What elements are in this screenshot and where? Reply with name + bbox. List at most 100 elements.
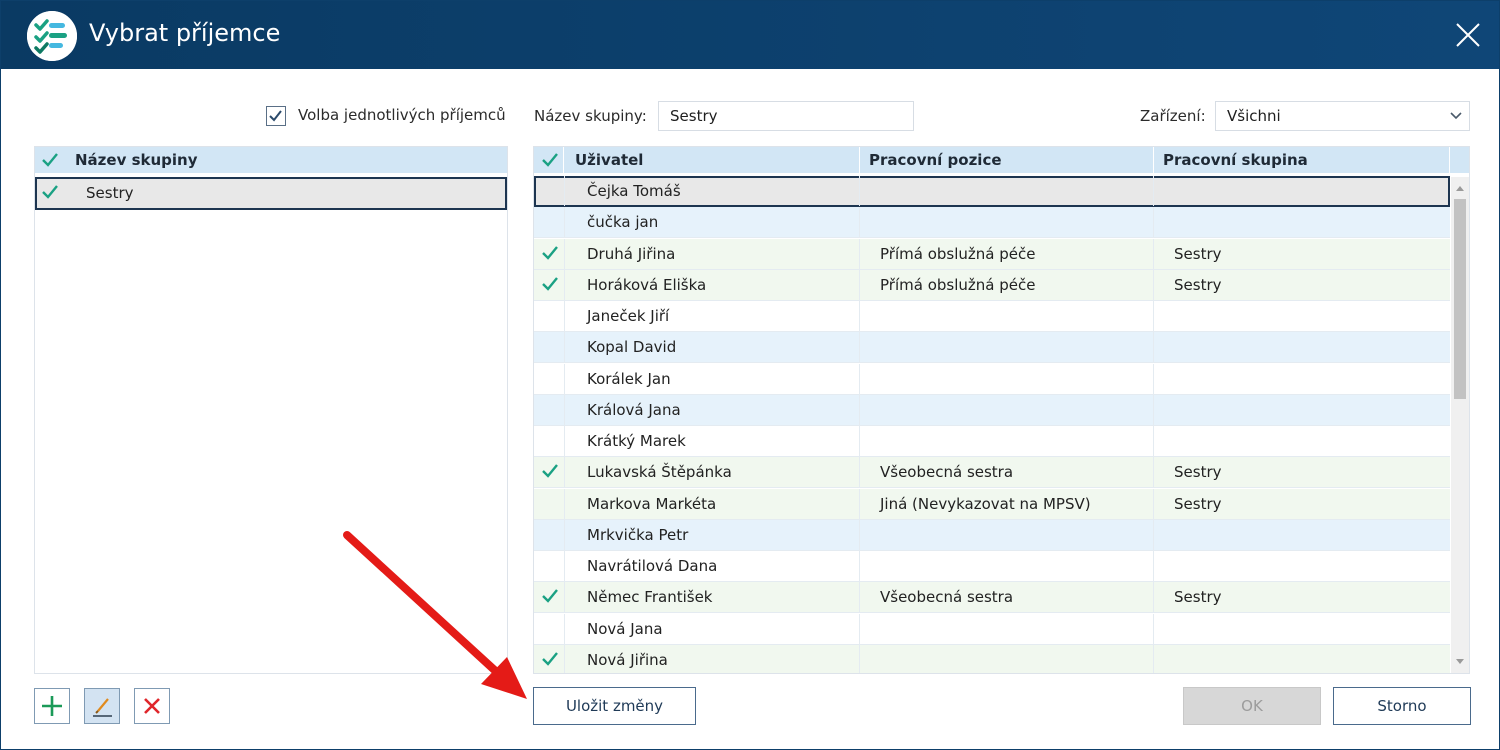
chevron-down-icon xyxy=(1450,112,1462,120)
user-cell: Lukavská Štěpánka xyxy=(587,463,732,482)
table-row[interactable]: Markova Markéta Jiná (Nevykazovat na MPSV… xyxy=(534,488,1450,520)
groups-header-label: Název skupiny xyxy=(75,151,198,169)
column-separator xyxy=(1153,394,1154,425)
table-row[interactable]: Čejka Tomáš xyxy=(534,176,1450,207)
group-name-cell: Sestry xyxy=(86,184,134,202)
scroll-up-icon[interactable] xyxy=(1456,185,1464,191)
column-header-group[interactable]: Pracovní skupina xyxy=(1154,147,1450,173)
individual-choice-checkbox[interactable] xyxy=(266,106,286,126)
column-separator xyxy=(564,644,565,673)
ok-button[interactable]: OK xyxy=(1183,687,1321,725)
group-row[interactable]: Sestry xyxy=(35,177,507,210)
delete-group-button[interactable] xyxy=(134,688,170,724)
table-row[interactable]: čučka jan xyxy=(534,207,1450,239)
edit-group-button[interactable] xyxy=(84,688,120,724)
row-check-cell[interactable] xyxy=(541,401,559,417)
device-select[interactable]: Všichni xyxy=(1215,101,1470,131)
user-cell: čučka jan xyxy=(587,213,659,232)
column-separator xyxy=(564,519,565,550)
row-check-cell[interactable] xyxy=(541,495,559,511)
group-name-label: Název skupiny: xyxy=(534,107,647,125)
row-check-cell[interactable] xyxy=(541,213,559,229)
column-header-user[interactable]: Uživatel xyxy=(564,147,860,173)
table-row[interactable]: Kopal David xyxy=(534,332,1450,364)
scroll-down-icon[interactable] xyxy=(1456,659,1464,665)
column-separator xyxy=(1153,176,1154,206)
column-separator xyxy=(1153,551,1154,581)
row-check-cell[interactable] xyxy=(541,307,559,323)
column-separator xyxy=(1153,582,1154,613)
column-separator xyxy=(859,457,860,488)
column-separator xyxy=(564,176,565,206)
table-row[interactable]: Němec František Všeobecná sestra Sestry xyxy=(534,582,1450,614)
header-check-column[interactable] xyxy=(534,147,564,173)
user-cell: Krátký Marek xyxy=(587,432,686,450)
column-separator xyxy=(859,582,860,613)
column-separator xyxy=(564,613,565,644)
column-separator xyxy=(564,238,565,269)
user-cell: Němec František xyxy=(587,588,713,607)
table-row[interactable]: Druhá Jiřina Přímá obslužná péče Sestry xyxy=(534,238,1450,270)
group-name-input[interactable]: Sestry xyxy=(658,101,914,131)
position-cell: Přímá obslužná péče xyxy=(880,244,1036,263)
window-title: Vybrat příjemce xyxy=(89,19,281,47)
table-row[interactable]: Janeček Jiří xyxy=(534,301,1450,332)
user-cell: Králová Jana xyxy=(587,400,681,419)
pencil-icon xyxy=(93,698,112,717)
user-cell: Mrkvička Petr xyxy=(587,525,689,544)
checkmark-icon xyxy=(269,110,282,122)
check-icon[interactable] xyxy=(541,245,559,261)
column-separator xyxy=(859,363,860,394)
checklist-app-icon xyxy=(27,11,77,61)
table-row[interactable]: Navrátilová Dana xyxy=(534,551,1450,582)
close-button[interactable] xyxy=(1446,13,1490,57)
row-check-cell[interactable] xyxy=(541,432,559,448)
scrollbar-thumb[interactable] xyxy=(1454,199,1466,399)
column-header-position[interactable]: Pracovní pozice xyxy=(860,147,1154,173)
table-row[interactable]: Králová Jana xyxy=(534,394,1450,426)
user-cell: Kopal David xyxy=(587,338,677,357)
column-separator xyxy=(1153,644,1154,673)
row-check-cell[interactable] xyxy=(541,338,559,354)
table-row[interactable]: Korálek Jan xyxy=(534,363,1450,395)
column-separator xyxy=(859,613,860,644)
user-cell: Navrátilová Dana xyxy=(587,557,718,575)
vertical-scrollbar[interactable] xyxy=(1451,177,1469,673)
column-separator xyxy=(564,457,565,488)
groups-header: Název skupiny xyxy=(35,147,507,173)
column-separator xyxy=(564,488,565,519)
column-separator xyxy=(564,426,565,456)
user-cell: Horáková Eliška xyxy=(587,275,707,294)
user-cell: Nová Jana xyxy=(587,619,663,638)
row-check-cell[interactable] xyxy=(541,370,559,386)
users-table: Uživatel Pracovní pozice Pracovní skupin… xyxy=(533,146,1470,674)
column-separator xyxy=(859,394,860,425)
column-separator xyxy=(859,176,860,206)
device-select-value: Všichni xyxy=(1227,107,1281,125)
column-separator xyxy=(564,207,565,238)
table-row[interactable]: Lukavská Štěpánka Všeobecná sestra Sestry xyxy=(534,457,1450,489)
save-changes-button[interactable]: Uložit změny xyxy=(533,687,696,725)
column-separator xyxy=(859,301,860,331)
column-separator xyxy=(564,363,565,394)
check-icon[interactable] xyxy=(541,463,559,479)
cancel-button[interactable]: Storno xyxy=(1333,687,1471,725)
position-cell: Přímá obslužná péče xyxy=(880,275,1036,294)
add-group-button[interactable] xyxy=(34,688,70,724)
position-cell: Jiná (Nevykazovat na MPSV) xyxy=(880,494,1091,513)
plus-icon xyxy=(42,696,62,716)
individual-choice-label: Volba jednotlivých příjemců xyxy=(298,106,506,124)
table-row[interactable]: Krátký Marek xyxy=(534,426,1450,457)
user-cell: Korálek Jan xyxy=(587,369,671,388)
group-cell: Sestry xyxy=(1174,588,1222,607)
table-row[interactable]: Nová Jiřina xyxy=(534,644,1450,673)
table-row[interactable]: Nová Jana xyxy=(534,613,1450,645)
device-label: Zařízení: xyxy=(1140,107,1206,125)
table-row[interactable]: Horáková Eliška Přímá obslužná péče Sestry xyxy=(534,269,1450,301)
column-separator xyxy=(564,582,565,613)
table-row[interactable]: Mrkvička Petr xyxy=(534,519,1450,551)
row-check-cell[interactable] xyxy=(541,182,559,198)
column-separator xyxy=(859,332,860,363)
column-separator xyxy=(859,207,860,238)
check-icon[interactable] xyxy=(541,276,559,292)
